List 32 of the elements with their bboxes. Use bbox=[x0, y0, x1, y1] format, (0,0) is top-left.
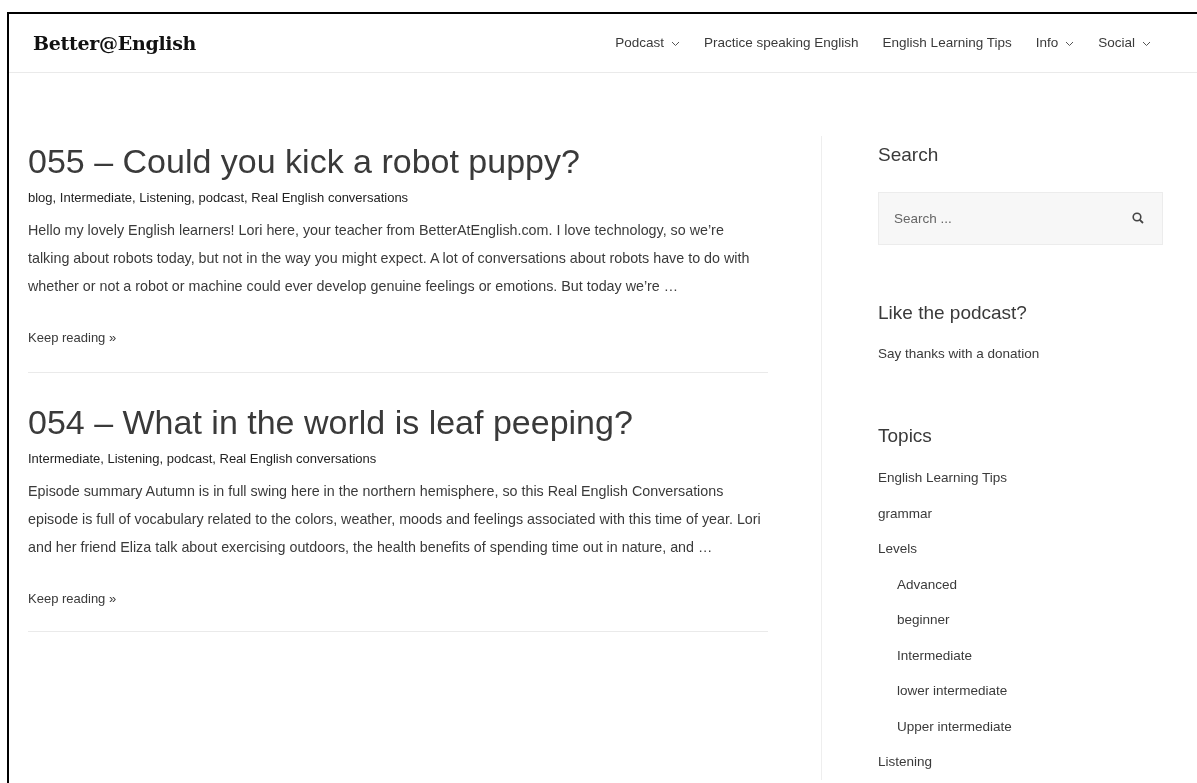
topic-link[interactable]: Intermediate bbox=[897, 637, 1168, 673]
topic-link[interactable]: Listening bbox=[878, 744, 1168, 780]
widget-title: Like the podcast? bbox=[878, 301, 1028, 325]
widget-title: Search bbox=[878, 143, 940, 167]
topic-link[interactable]: lower intermediate bbox=[897, 673, 1168, 709]
post-title[interactable]: 054 – What in the world is leaf peeping? bbox=[28, 397, 768, 442]
chevron-down-icon bbox=[1142, 41, 1151, 47]
search-icon[interactable] bbox=[1132, 212, 1144, 224]
nav-link[interactable]: Info bbox=[1035, 32, 1075, 54]
search-field[interactable]: Search ... bbox=[878, 192, 1163, 245]
topic-link[interactable]: beginner bbox=[897, 602, 1168, 638]
post-title[interactable]: 055 – Could you kick a robot puppy? bbox=[28, 136, 768, 181]
topic-link[interactable]: English Learning Tips bbox=[878, 460, 1168, 496]
site-logo[interactable]: Better@English bbox=[33, 28, 197, 58]
topic-link[interactable]: Levels bbox=[878, 531, 1168, 567]
keep-reading-link[interactable]: Keep reading » bbox=[28, 324, 117, 352]
topic-link[interactable]: Advanced bbox=[897, 566, 1168, 602]
nav-link[interactable]: Practice speaking English bbox=[704, 32, 859, 54]
nav-link[interactable]: English Learning Tips bbox=[882, 32, 1012, 54]
topic-link[interactable]: Upper intermediate bbox=[897, 708, 1168, 744]
donation-link[interactable]: Say thanks with a donation bbox=[878, 344, 1168, 364]
post-excerpt: Hello my lovely English learners! Lori here, your teacher from BetterAtEnglish.com. I love technology, so we’re talking about robots today, but not in the way you might expect. A lot of conversations about robots have to do with whether or not a robot or machine could ever develop genuine feelings or emotions. But today we’re … bbox=[28, 221, 751, 296]
chevron-down-icon bbox=[1065, 41, 1075, 47]
post-categories: Intermediate, Listening, podcast, Real English conversations bbox=[28, 450, 378, 468]
keep-reading-link[interactable]: Keep reading » bbox=[28, 585, 117, 613]
nav-link[interactable]: Social bbox=[1098, 32, 1151, 54]
topic-link[interactable]: grammar bbox=[878, 495, 1168, 531]
chevron-down-icon bbox=[671, 41, 680, 47]
nav-link[interactable]: Podcast bbox=[615, 32, 680, 54]
post-excerpt: Episode summary Autumn is in full swing here in the northern hemisphere, so this Real English Conversations episode is full of vocabulary related to the colors, weather, moods and feelings associated with this time of year. Lori and her friend Eliza talk about exercising outdoors, the health benefits of spending time out in nature, and … bbox=[28, 482, 762, 557]
post-categories: blog, Intermediate, Listening, podcast, Real English conversations bbox=[28, 189, 410, 207]
widget-title: Topics bbox=[878, 424, 933, 448]
